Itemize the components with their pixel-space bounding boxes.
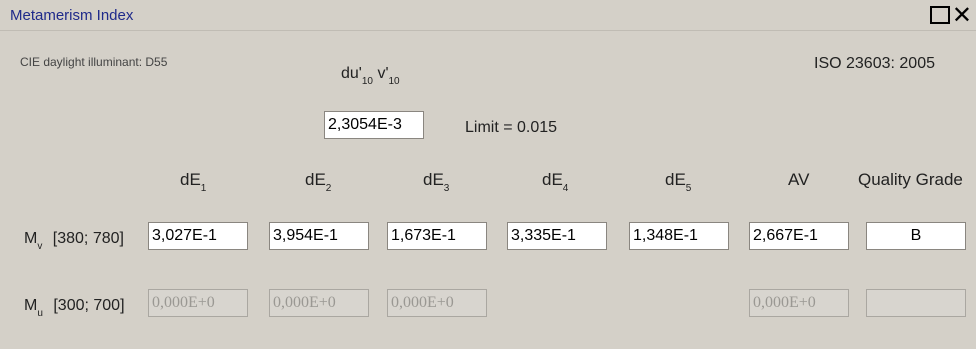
header-de5: dE5: [665, 170, 692, 194]
duv-label: du'10 v'10: [341, 65, 400, 87]
maximize-icon[interactable]: [929, 6, 950, 24]
mv-de3-field[interactable]: 1,673E-1: [387, 222, 487, 250]
mv-de5-field[interactable]: 1,348E-1: [629, 222, 729, 250]
window-title: Metamerism Index: [10, 7, 134, 24]
mv-av-field[interactable]: 2,667E-1: [749, 222, 849, 250]
limit-label: Limit = 0.015: [465, 119, 558, 136]
header-quality-grade: Quality Grade: [858, 170, 963, 189]
close-icon[interactable]: ✕: [952, 3, 972, 27]
mv-quality-grade-field[interactable]: B: [866, 222, 966, 250]
mv-de4-field[interactable]: 3,335E-1: [507, 222, 607, 250]
du-sub: 10: [361, 76, 373, 87]
mu-de3-field: 0,000E+0: [387, 289, 487, 317]
mu-av-field: 0,000E+0: [749, 289, 849, 317]
mv-de2-field[interactable]: 3,954E-1: [269, 222, 369, 250]
dv-label: v': [377, 65, 389, 82]
header-de1: dE1: [180, 170, 207, 194]
mu-de2-field: 0,000E+0: [269, 289, 369, 317]
window-controls: ✕: [929, 3, 972, 27]
row-mu-label: Mu [300; 700]: [24, 297, 125, 319]
header-de3: dE3: [423, 170, 450, 194]
duv-value-field[interactable]: 2,3054E-3: [324, 111, 424, 139]
dv-sub: 10: [388, 76, 400, 87]
du-label: du': [341, 65, 362, 82]
mv-de1-field[interactable]: 3,027E-1: [148, 222, 248, 250]
header-de2: dE2: [305, 170, 332, 194]
standard-label: ISO 23603: 2005: [814, 55, 935, 72]
header-av: AV: [788, 170, 810, 189]
mu-quality-grade-field: [866, 289, 966, 317]
row-mv-label: Mv [380; 780]: [24, 230, 124, 252]
title-bar: Metamerism Index ✕: [0, 0, 976, 31]
mu-de1-field: 0,000E+0: [148, 289, 248, 317]
illuminant-label: CIE daylight illuminant: D55: [20, 55, 168, 69]
header-de4: dE4: [542, 170, 569, 194]
